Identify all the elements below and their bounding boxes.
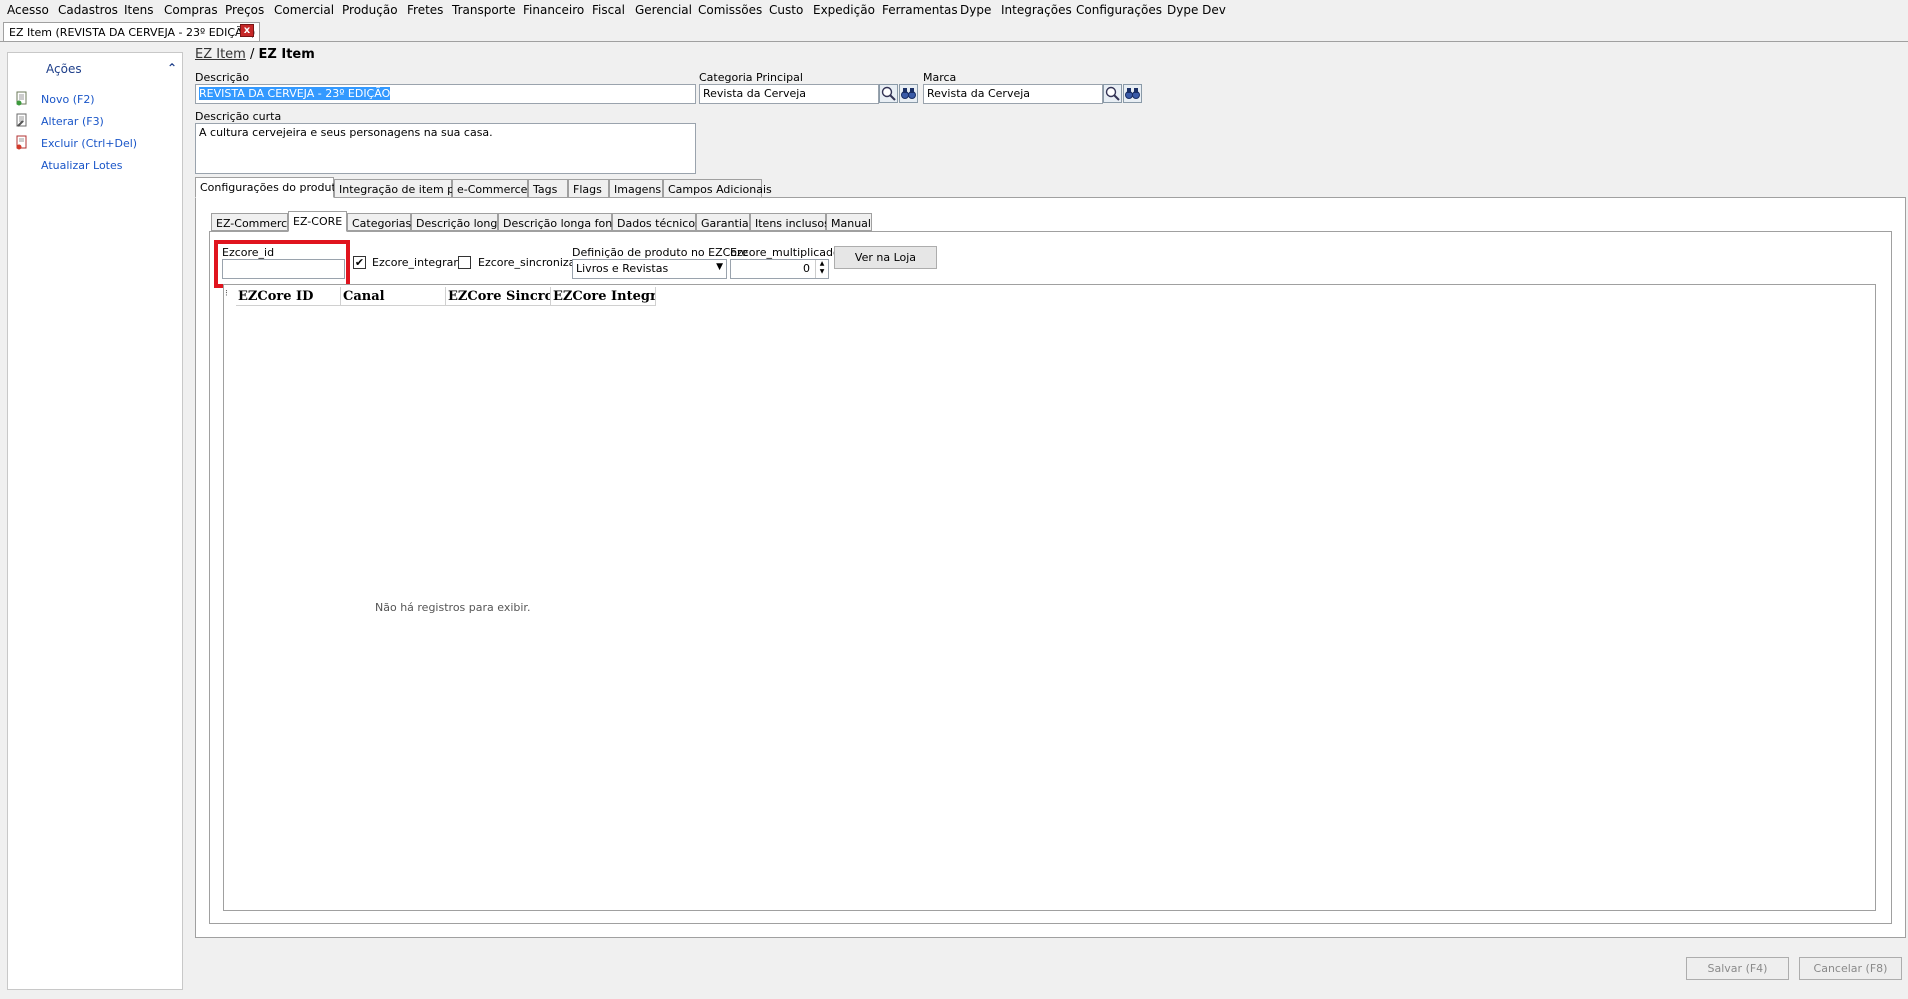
descricao-curta-textarea[interactable]: A cultura cervejeira e seus personagens … [195, 123, 696, 174]
highlight-box [214, 240, 350, 288]
categoria-label: Categoria Principal [699, 71, 803, 84]
ezcore-grid: ⁝ EZCore ID Canal EZCore Sincroni EZCore… [223, 284, 1876, 911]
tab-divider [0, 41, 1908, 42]
action-label: Novo (F2) [41, 93, 95, 106]
categoria-input[interactable]: Revista da Cerveja [699, 84, 879, 104]
ezcore-sincronizar-label: Ezcore_sincronizar [478, 256, 580, 269]
menu-financeiro[interactable]: Financeiro [523, 3, 584, 17]
tab-flags[interactable]: Flags [568, 179, 609, 198]
menu-configuracoes[interactable]: Configurações [1076, 3, 1162, 17]
action-label: Atualizar Lotes [41, 159, 123, 172]
menu-dype[interactable]: Dype [960, 3, 991, 17]
column-header[interactable]: EZCore ID [236, 287, 341, 306]
menu-comercial[interactable]: Comercial [274, 3, 334, 17]
search-categoria-icon[interactable] [879, 84, 898, 103]
document-tab[interactable]: EZ Item (REVISTA DA CERVEJA - 23º EDIÇÃO… [3, 22, 261, 41]
magnifier-icon [881, 86, 896, 101]
subtab-ez-commerce[interactable]: EZ-Commerce [211, 213, 294, 231]
close-tab-icon[interactable]: x [240, 24, 254, 37]
chevron-up-icon[interactable]: ⌃ [167, 61, 177, 75]
chevron-down-icon: ▼ [716, 262, 723, 272]
menu-comissoes[interactable]: Comissões [698, 3, 762, 17]
new-document-icon [16, 91, 27, 106]
menu-gerencial[interactable]: Gerencial [635, 3, 692, 17]
column-header[interactable]: Canal [341, 287, 446, 306]
subtab-descricao-longa[interactable]: Descrição longa [411, 213, 504, 231]
menu-itens[interactable]: Itens [124, 3, 153, 17]
ver-na-loja-button[interactable]: Ver na Loja [834, 246, 937, 269]
subtab-garantia[interactable]: Garantia [696, 213, 750, 231]
definicao-label: Definição de produto no EZCore [572, 246, 749, 259]
menu-fretes[interactable]: Fretes [407, 3, 443, 17]
binoculars-marca-icon[interactable] [1123, 84, 1142, 103]
save-button[interactable]: Salvar (F4) [1686, 957, 1789, 980]
delete-document-icon [16, 135, 27, 150]
subtab-manual[interactable]: Manual [826, 213, 872, 231]
action-label: Excluir (Ctrl+Del) [41, 137, 138, 150]
breadcrumb-separator: / [250, 47, 255, 62]
marca-input[interactable]: Revista da Cerveja [923, 84, 1103, 104]
menu-expedicao[interactable]: Expedição [813, 3, 875, 17]
breadcrumb: EZ Item / EZ Item [195, 47, 315, 62]
multiplicador-label: Ezcore_multiplicador [730, 246, 845, 259]
breadcrumb-current: EZ Item [258, 47, 315, 62]
menu-integracoes[interactable]: Integrações [1001, 3, 1072, 17]
magnifier-icon [1105, 86, 1120, 101]
column-header[interactable]: EZCore Integra [551, 287, 656, 306]
menu-transporte[interactable]: Transporte [452, 3, 516, 17]
spinner-arrows-icon[interactable]: ▲ ▼ [815, 260, 828, 278]
actions-header[interactable]: Ações ⌃ [8, 53, 182, 83]
menu-ferramentas[interactable]: Ferramentas [882, 3, 958, 17]
action-label: Alterar (F3) [41, 115, 104, 128]
grid-empty-message: Não há registros para exibir. [375, 601, 531, 614]
binoculars-icon [901, 88, 916, 99]
tab-imagens[interactable]: Imagens [609, 179, 663, 198]
menu-custo[interactable]: Custo [769, 3, 803, 17]
tab-configuracoes-produto[interactable]: Configurações do produto [195, 177, 343, 198]
tab-tags[interactable]: Tags [528, 179, 568, 198]
marca-label: Marca [923, 71, 957, 84]
menu-acesso[interactable]: Acesso [7, 3, 49, 17]
menu-compras[interactable]: Compras [164, 3, 218, 17]
subtab-descricao-longa-fonte[interactable]: Descrição longa fonte [498, 213, 623, 231]
cancel-button[interactable]: Cancelar (F8) [1799, 957, 1902, 980]
subtab-ez-core[interactable]: EZ-CORE [288, 211, 347, 232]
ezcore-integrar-label: Ezcore_integrar [372, 256, 458, 269]
descricao-label: Descrição [195, 71, 250, 84]
menu-fiscal[interactable]: Fiscal [592, 3, 625, 17]
grid-menu-icon[interactable]: ⁝ [225, 289, 228, 299]
actions-sidebar: Ações ⌃ Novo (F2) Alterar (F3) Excluir (… [7, 52, 183, 990]
edit-document-icon [16, 113, 27, 127]
binoculars-icon [1125, 88, 1140, 99]
menu-producao[interactable]: Produção [342, 3, 398, 17]
tab-integracao-item-pai[interactable]: Integração de item pai [334, 179, 464, 198]
definicao-select[interactable]: Livros e Revistas ▼ [572, 259, 727, 279]
descricao-input[interactable]: REVISTA DA CERVEJA - 23º EDIÇÃO [195, 84, 696, 104]
tab-campos-adicionais[interactable]: Campos Adicionais [663, 179, 772, 198]
menu-bar: Acesso Cadastros Itens Compras Preços Co… [0, 0, 1908, 20]
menu-cadastros[interactable]: Cadastros [58, 3, 118, 17]
subtab-itens-inclusos[interactable]: Itens inclusos [750, 213, 830, 231]
binoculars-categoria-icon[interactable] [899, 84, 918, 103]
actions-title: Ações [46, 62, 82, 76]
tab-e-commerce[interactable]: e-Commerce [452, 179, 528, 198]
descricao-value: REVISTA DA CERVEJA - 23º EDIÇÃO [199, 87, 391, 100]
descricao-curta-label: Descrição curta [195, 110, 282, 123]
definicao-value: Livros e Revistas [576, 262, 669, 275]
search-marca-icon[interactable] [1103, 84, 1122, 103]
menu-precos[interactable]: Preços [225, 3, 264, 17]
subtab-categorias[interactable]: Categorias [347, 213, 411, 231]
column-header[interactable]: EZCore Sincroni [446, 287, 551, 306]
ezcore-sincronizar-checkbox[interactable] [458, 256, 471, 269]
breadcrumb-parent-link[interactable]: EZ Item [195, 47, 246, 62]
ezcore-integrar-checkbox[interactable]: ✔ [353, 256, 366, 269]
menu-dype-dev[interactable]: Dype Dev [1167, 3, 1226, 17]
subtab-dados-tecnicos[interactable]: Dados técnicos [612, 213, 701, 231]
